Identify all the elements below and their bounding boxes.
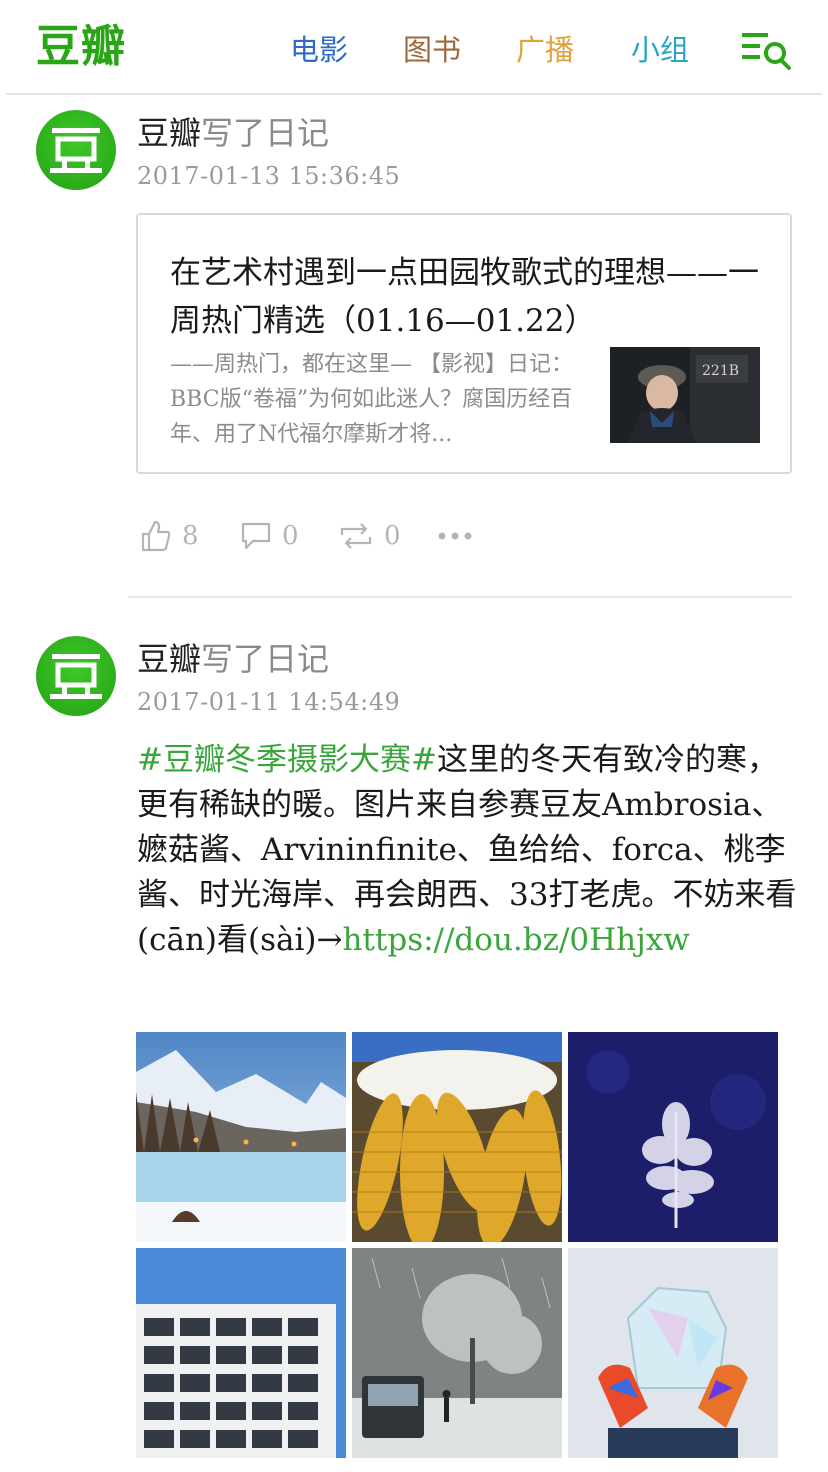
more-button[interactable]: [436, 514, 486, 558]
douban-logo[interactable]: 豆瓣: [36, 20, 126, 74]
corn-snow-photo[interactable]: [352, 1032, 562, 1242]
header-divider: [6, 93, 822, 95]
author-action: 写了日记: [201, 640, 330, 678]
ice-gloves-photo[interactable]: [568, 1248, 778, 1458]
comment-count: 0: [282, 521, 299, 551]
avatar[interactable]: [36, 636, 116, 716]
like-button[interactable]: 8: [140, 514, 199, 558]
frost-tree-photo[interactable]: [568, 1032, 778, 1242]
author-line: 豆瓣写了日记: [137, 113, 329, 153]
mountain-lake-photo[interactable]: [136, 1032, 346, 1242]
top-nav-bar: 豆瓣 电影 图书 广播 小组: [0, 0, 828, 95]
menu-search-icon[interactable]: [740, 30, 792, 70]
snowy-tram-photo[interactable]: [352, 1248, 562, 1458]
card-thumbnail: 221B: [610, 347, 760, 443]
post-text: #豆瓣冬季摄影大赛#这里的冬天有致冷的寒，更有稀缺的暖。图片来自参赛豆友Ambr…: [137, 738, 797, 963]
post-link[interactable]: https://dou.bz/0Hhjxw: [342, 922, 689, 958]
author-action: 写了日记: [201, 114, 330, 152]
card-excerpt: ——周热门，都在这里— 【影视】日记：BBC版“卷福”为何如此迷人？腐国历经百年…: [170, 352, 573, 447]
thumbs-up-icon: [141, 520, 171, 552]
nav-book[interactable]: 图书: [403, 30, 461, 70]
action-bar: 8 0 0: [140, 514, 540, 558]
author-line: 豆瓣写了日记: [137, 639, 329, 679]
feed-divider: [128, 596, 792, 598]
author-name[interactable]: 豆瓣: [137, 640, 201, 678]
thumb-sign: 221B: [702, 363, 739, 379]
apartment-building-photo[interactable]: [136, 1248, 346, 1458]
timestamp: 2017-01-13 15:36:45: [137, 162, 401, 190]
nav-broadcast[interactable]: 广播: [516, 30, 574, 70]
nav-group[interactable]: 小组: [631, 30, 689, 70]
diary-card[interactable]: 在艺术村遇到一点田园牧歌式的理想——一周热门精选（01.16—01.22） ——…: [136, 213, 792, 474]
hashtag-link[interactable]: #豆瓣冬季摄影大赛#: [137, 742, 437, 778]
like-count: 8: [182, 521, 199, 551]
reshare-count: 0: [384, 521, 401, 551]
more-dots-icon: [438, 532, 472, 540]
reshare-icon: [340, 523, 372, 549]
comment-icon: [241, 522, 271, 550]
comment-button[interactable]: 0: [240, 514, 299, 558]
reshare-button[interactable]: 0: [338, 514, 401, 558]
timestamp: 2017-01-11 14:54:49: [137, 688, 401, 716]
avatar[interactable]: [36, 110, 116, 190]
nav-movie[interactable]: 电影: [290, 30, 348, 70]
card-title[interactable]: 在艺术村遇到一点田园牧歌式的理想——一周热门精选（01.16—01.22）: [170, 249, 770, 345]
author-name[interactable]: 豆瓣: [137, 114, 201, 152]
